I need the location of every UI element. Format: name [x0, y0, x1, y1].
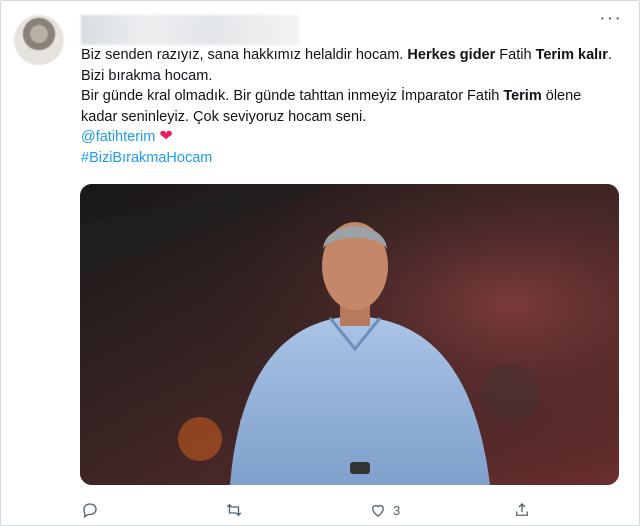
author-name-blurred	[81, 15, 299, 45]
photo-illustration	[80, 184, 619, 485]
tweet-paragraph-2: Bir günde kral olmadık. Bir günde tahtta…	[81, 88, 582, 125]
heart-emoji: ❤	[159, 128, 173, 145]
hashtag-link[interactable]: #BiziBırakmaHocam	[81, 150, 212, 166]
reply-icon	[83, 503, 97, 519]
like-count: 3	[393, 502, 401, 518]
mention-link[interactable]: @fatihterim	[81, 129, 155, 145]
retweet-icon	[226, 503, 242, 517]
share-icon	[516, 503, 528, 516]
reply-button[interactable]	[81, 498, 99, 522]
tweet-photo[interactable]	[80, 184, 619, 485]
share-button[interactable]	[513, 498, 531, 522]
heart-icon	[372, 504, 384, 517]
tweet-actions: 3	[81, 498, 621, 522]
like-button[interactable]: 3	[369, 498, 400, 522]
avatar[interactable]	[14, 15, 64, 65]
more-options-icon[interactable]: ···	[599, 8, 621, 31]
retweet-button[interactable]	[225, 498, 243, 522]
tweet-paragraph-1: Biz senden razıyız, sana hakkımız helald…	[81, 47, 612, 84]
tweet-card: ··· Biz senden razıyız, sana hakkımız he…	[0, 0, 640, 526]
tweet-text: Biz senden razıyız, sana hakkımız helald…	[81, 45, 621, 168]
